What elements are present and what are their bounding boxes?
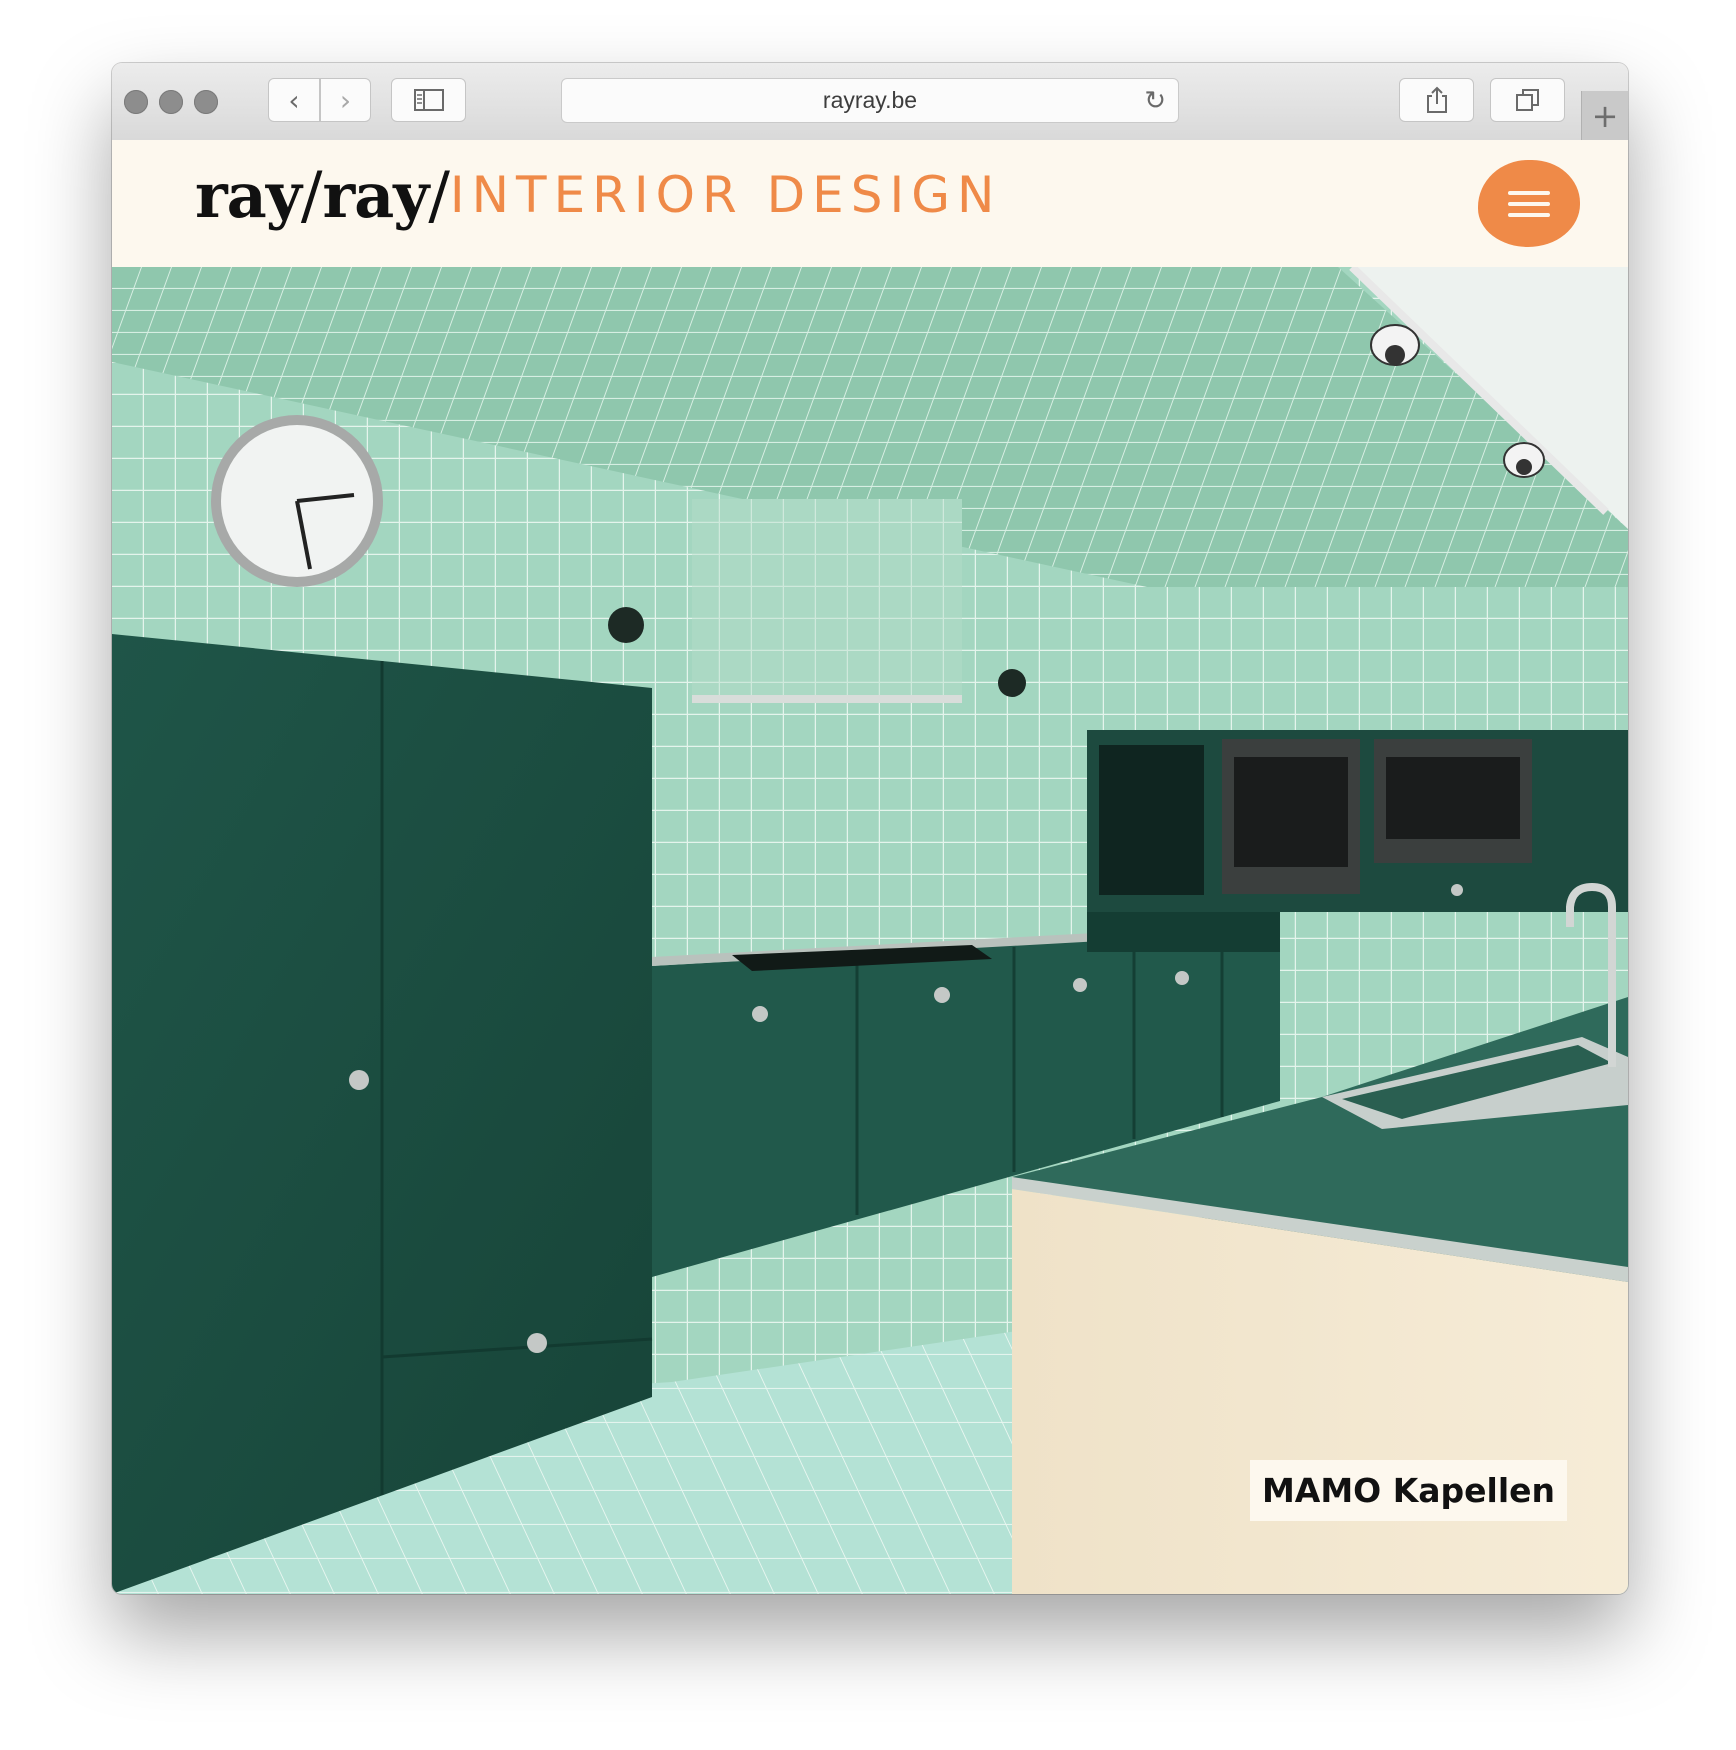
project-caption[interactable]: MAMO Kapellen — [1250, 1460, 1567, 1521]
green-tiled-kitchen-photo — [112, 267, 1628, 1594]
browser-window: ‹ › rayray.be ↻ + ray/ray/INTERIOR DESIG… — [112, 63, 1628, 1594]
address-bar[interactable]: rayray.be ↻ — [561, 78, 1179, 123]
plus-icon: + — [1591, 96, 1619, 135]
logo-slash-1: / — [300, 159, 323, 233]
share-button[interactable] — [1399, 78, 1474, 122]
chevron-left-icon: ‹ — [288, 83, 300, 117]
menu-button[interactable] — [1478, 160, 1580, 247]
logo-word-2: ray — [322, 159, 429, 232]
browser-toolbar: ‹ › rayray.be ↻ + — [112, 63, 1628, 141]
back-button[interactable]: ‹ — [268, 78, 320, 122]
share-icon — [1426, 86, 1447, 113]
logo-word-1: ray — [195, 159, 302, 232]
zoom-window-button[interactable] — [194, 90, 218, 114]
close-window-button[interactable] — [124, 90, 148, 114]
logo-tagline: INTERIOR DESIGN — [449, 166, 1002, 224]
site-logo[interactable]: ray/ray/INTERIOR DESIGN — [195, 164, 1001, 228]
url-text: rayray.be — [822, 87, 918, 113]
reload-icon[interactable]: ↻ — [1144, 86, 1166, 116]
tabs-icon — [1515, 89, 1539, 111]
sidebar-button[interactable] — [391, 78, 466, 122]
sidebar-icon — [413, 89, 444, 111]
hero-image[interactable]: MAMO Kapellen — [112, 267, 1628, 1594]
hamburger-menu-icon — [1508, 190, 1550, 217]
chevron-right-icon: › — [339, 83, 352, 117]
minimize-window-button[interactable] — [159, 90, 183, 114]
logo-slash-2: / — [428, 159, 450, 233]
tab-overview-button[interactable] — [1490, 78, 1565, 122]
forward-button[interactable]: › — [320, 78, 371, 122]
new-tab-button[interactable]: + — [1581, 91, 1628, 140]
site-header: ray/ray/INTERIOR DESIGN — [112, 140, 1628, 267]
